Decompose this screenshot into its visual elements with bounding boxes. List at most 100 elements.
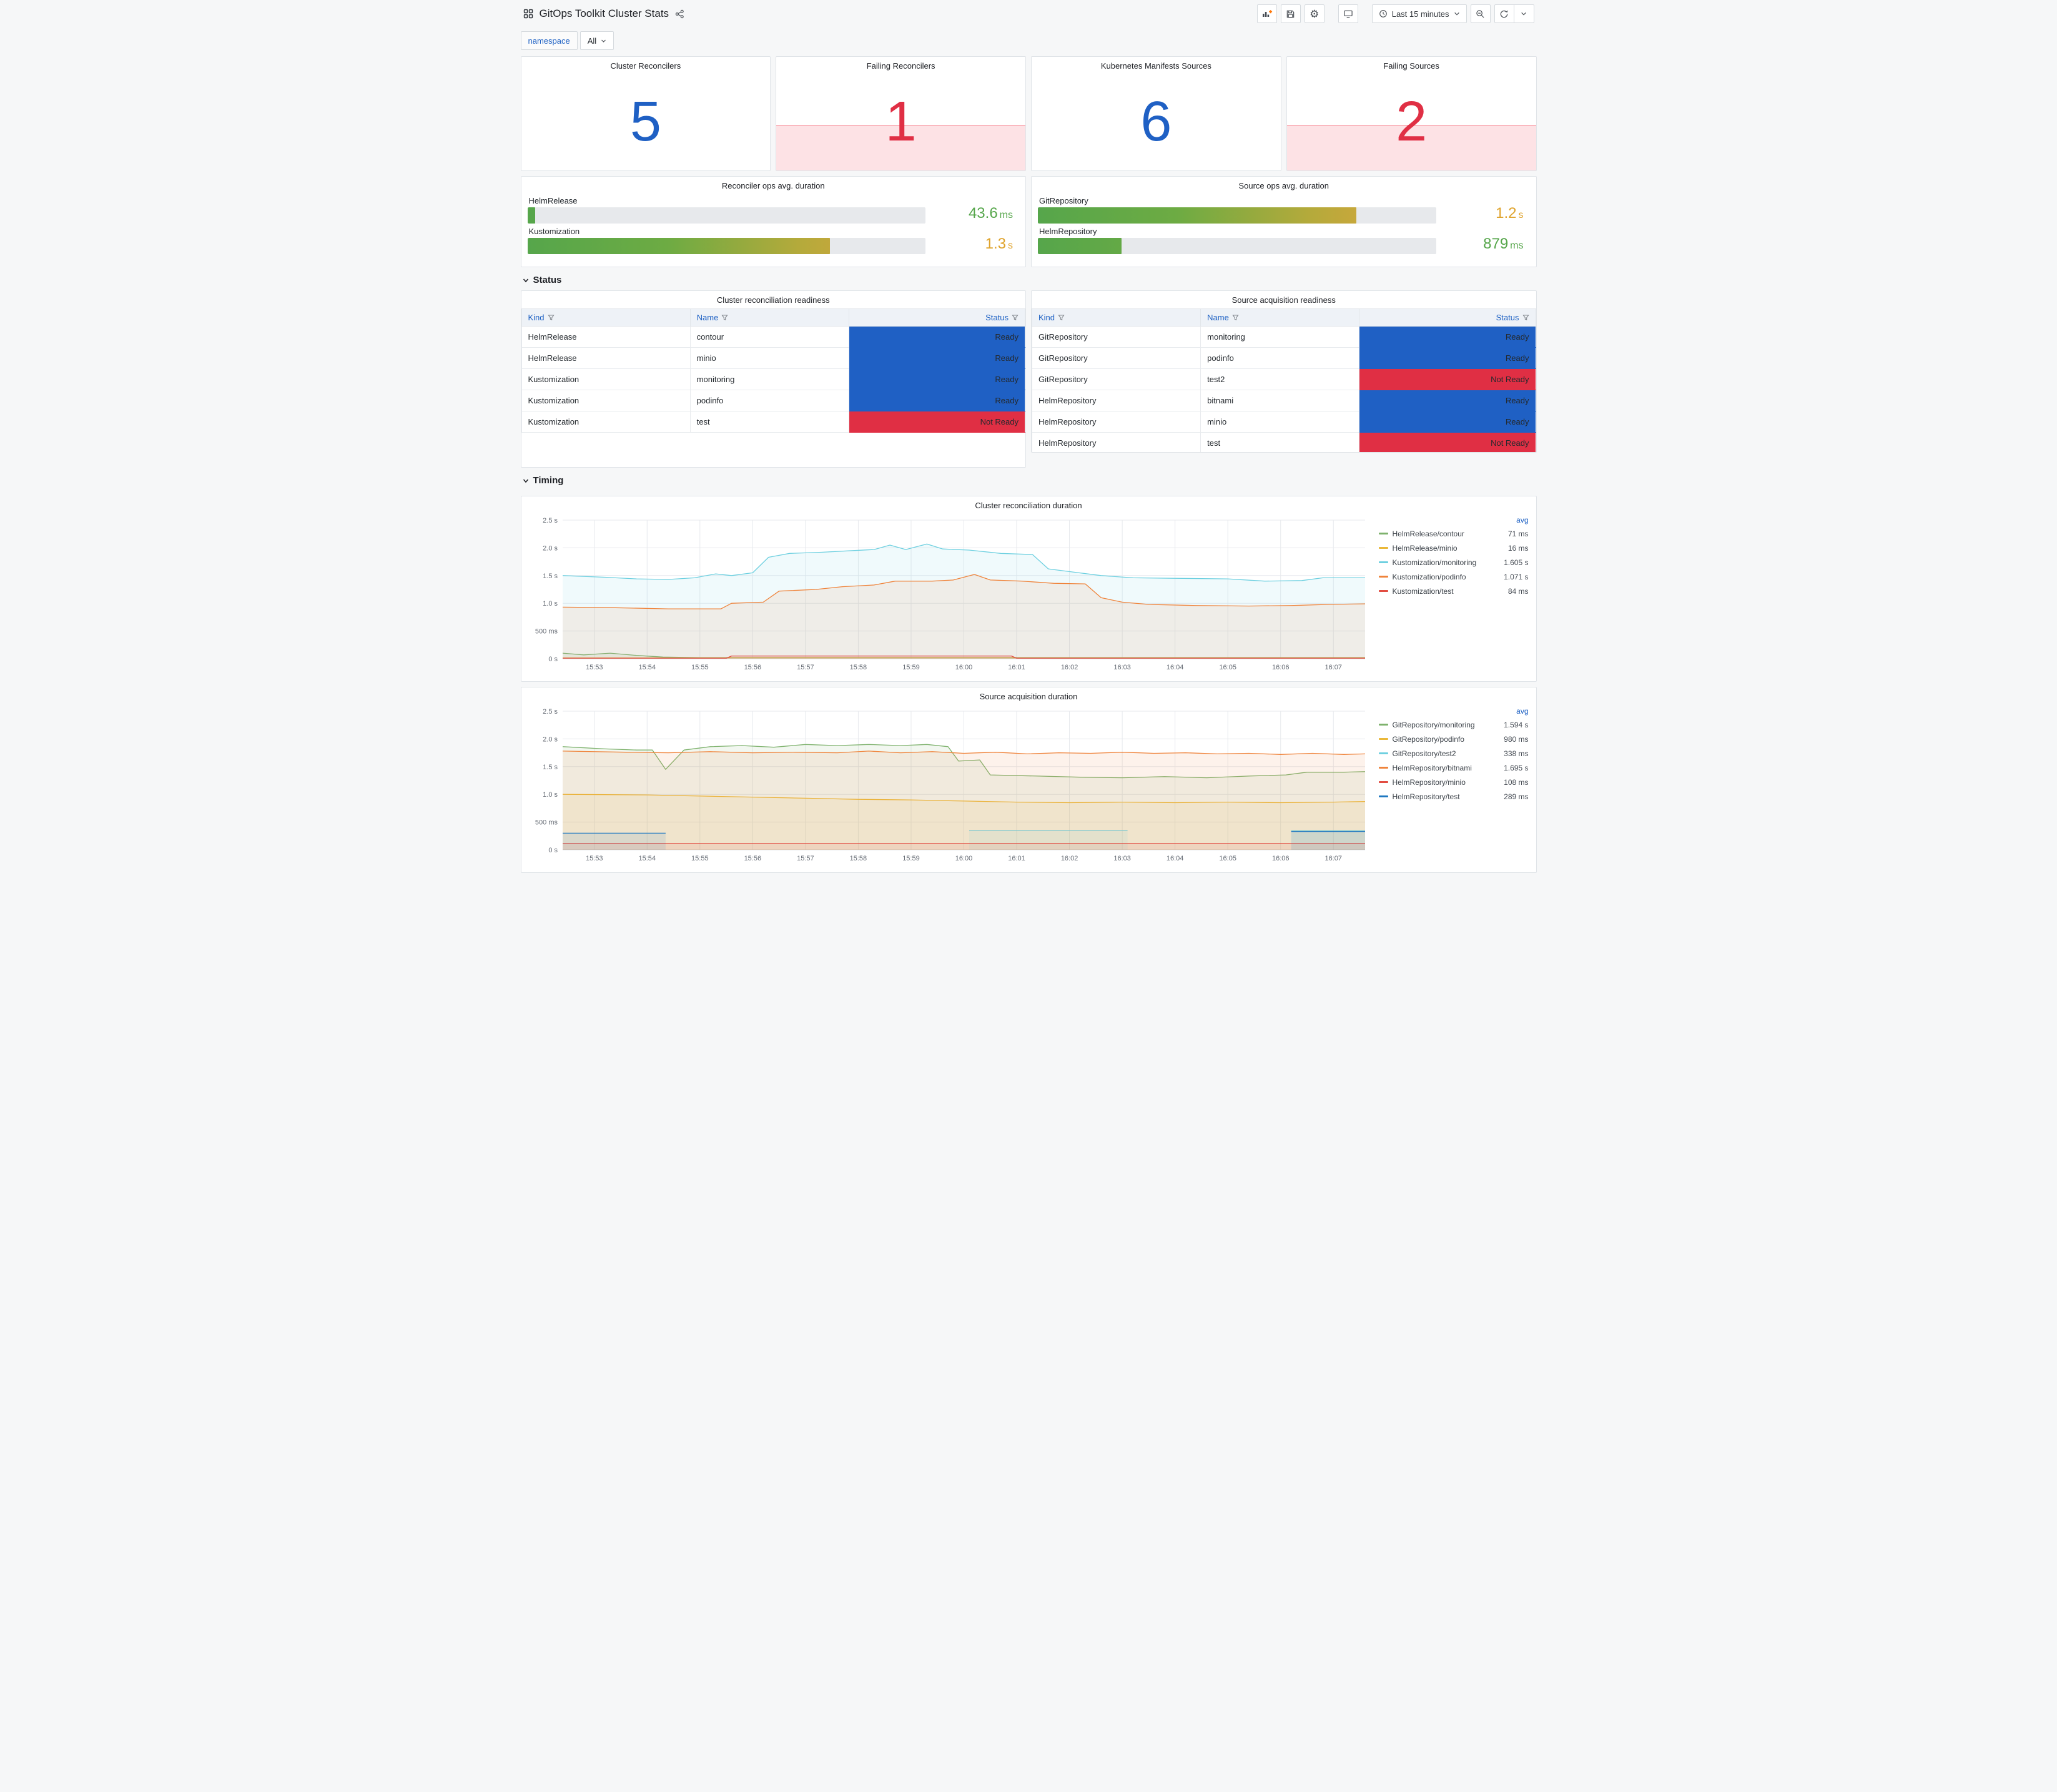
filter-icon[interactable] <box>1012 314 1019 321</box>
zoom-out-time-button[interactable] <box>1470 4 1491 23</box>
cell-kind: Kustomization <box>521 390 691 411</box>
legend-avg-value: 108 ms <box>1504 777 1529 787</box>
legend-item[interactable]: Kustomization/test 84 ms <box>1378 584 1529 598</box>
legend-swatch <box>1378 738 1388 740</box>
time-series-plot[interactable]: 15:53 15:54 15:55 15:56 15:57 15:58 15:59 16:00… <box>526 513 1374 674</box>
gauge-value: 1.3 s <box>985 235 1013 252</box>
legend-avg-header[interactable]: avg <box>1516 516 1528 524</box>
panel-title[interactable]: Cluster Reconcilers <box>521 57 771 73</box>
share-icon[interactable] <box>675 9 684 19</box>
status-badge: Ready <box>848 390 1026 411</box>
table-row: Kustomization monitoring Ready <box>521 368 1026 390</box>
legend-item[interactable]: GitRepository/monitoring 1.594 s <box>1378 717 1529 732</box>
stat-value: 5 <box>629 91 661 153</box>
filter-icon[interactable] <box>1058 314 1065 321</box>
chevron-down-icon <box>1521 12 1526 16</box>
refresh-interval-dropdown[interactable] <box>1514 4 1534 23</box>
legend-item[interactable]: HelmRepository/bitnami 1.695 s <box>1378 761 1529 775</box>
panel-cluster-reconciliation-readiness: Cluster reconciliation readiness Kind Nam… <box>520 290 1026 468</box>
legend-series-name[interactable]: Kustomization/test <box>1393 587 1454 596</box>
legend-item[interactable]: HelmRelease/contour 71 ms <box>1378 526 1529 541</box>
legend-item[interactable]: Kustomization/podinfo 1.071 s <box>1378 569 1529 584</box>
svg-text:16:05: 16:05 <box>1219 855 1236 862</box>
legend-avg-header[interactable]: avg <box>1516 707 1528 716</box>
section-label: Timing <box>533 475 564 486</box>
legend-series-name[interactable]: HelmRepository/bitnami <box>1393 764 1472 772</box>
legend-avg-value: 71 ms <box>1507 529 1529 538</box>
svg-text:2.0 s: 2.0 s <box>543 736 558 743</box>
table-header-row: Kind Name Status <box>1031 308 1536 327</box>
tables-row: Cluster reconciliation readiness Kind Nam… <box>520 290 1537 468</box>
svg-text:15:53: 15:53 <box>585 664 603 671</box>
column-header-status[interactable]: Status <box>1359 308 1536 327</box>
column-header-status[interactable]: Status <box>848 308 1026 327</box>
panel-title[interactable]: Source ops avg. duration <box>1038 177 1530 193</box>
status-badge: Ready <box>1359 390 1536 411</box>
table-row: HelmRepository test Not Ready <box>1031 432 1536 452</box>
legend-series-name[interactable]: GitRepository/podinfo <box>1393 735 1464 744</box>
variable-value-namespace[interactable]: All <box>580 31 614 50</box>
status-badge: Ready <box>1359 347 1536 369</box>
legend-item[interactable]: Kustomization/monitoring 1.605 s <box>1378 555 1529 569</box>
gauge-label: HelmRepository <box>1039 227 1097 236</box>
refresh-button[interactable] <box>1494 4 1514 23</box>
legend-swatch <box>1378 576 1388 578</box>
panel-title[interactable]: Source acquisition readiness <box>1032 291 1536 307</box>
legend-series-name[interactable]: GitRepository/test2 <box>1393 749 1456 758</box>
panel-title[interactable]: Cluster reconciliation readiness <box>521 291 1026 307</box>
gauge-fill <box>1038 207 1356 224</box>
panel-title[interactable]: Failing Reconcilers <box>776 57 1025 73</box>
panel-source-acquisition-duration: Source acquisition duration 15:53 15:54 15… <box>520 687 1537 873</box>
cell-kind: GitRepository <box>1031 347 1201 369</box>
column-header-name[interactable]: Name <box>689 308 849 327</box>
legend-item[interactable]: HelmRepository/test 289 ms <box>1378 789 1529 804</box>
save-dashboard-button[interactable] <box>1280 4 1301 23</box>
legend-series-name[interactable]: GitRepository/monitoring <box>1393 721 1475 729</box>
section-header-status[interactable]: Status <box>521 267 1537 290</box>
kiosk-mode-button[interactable] <box>1338 4 1358 23</box>
legend-series-name[interactable]: HelmRepository/minio <box>1393 778 1466 787</box>
cell-kind: HelmRepository <box>1031 411 1201 433</box>
filter-icon[interactable] <box>547 314 555 321</box>
time-series-chart[interactable]: 15:53 15:54 15:55 15:56 15:57 15:58 15:59 16:00… <box>526 513 1374 674</box>
legend-avg-value: 980 ms <box>1504 734 1529 744</box>
legend-item[interactable]: GitRepository/podinfo 980 ms <box>1378 732 1529 746</box>
chart-legend: avg HelmRelease/contour 71 ms HelmRelease/m… <box>1374 513 1531 677</box>
section-header-timing[interactable]: Timing <box>521 468 1537 491</box>
filter-icon[interactable] <box>1522 314 1529 321</box>
time-range-picker[interactable]: Last 15 minutes <box>1371 4 1467 23</box>
status-badge: Ready <box>848 326 1026 348</box>
table-row: GitRepository monitoring Ready <box>1031 326 1536 348</box>
svg-text:2.5 s: 2.5 s <box>543 517 558 524</box>
legend-swatch <box>1378 781 1388 783</box>
svg-text:16:01: 16:01 <box>1008 855 1025 862</box>
column-header-name[interactable]: Name <box>1200 308 1360 327</box>
time-series-chart[interactable]: 15:53 15:54 15:55 15:56 15:57 15:58 15:59 16:00… <box>526 704 1374 865</box>
panel-title[interactable]: Failing Sources <box>1287 57 1536 73</box>
panel-title[interactable]: Reconciler ops avg. duration <box>528 177 1020 193</box>
add-panel-button[interactable] <box>1256 4 1277 23</box>
legend-series-name[interactable]: HelmRelease/contour <box>1393 529 1464 538</box>
bar-gauge-row: Kustomization 1.3 s <box>527 225 1020 254</box>
column-header-kind[interactable]: Kind <box>521 308 691 327</box>
status-badge: Not Ready <box>848 411 1026 433</box>
column-header-kind[interactable]: Kind <box>1031 308 1201 327</box>
panel-title[interactable]: Cluster reconciliation duration <box>526 496 1531 513</box>
legend-series-name[interactable]: Kustomization/monitoring <box>1393 558 1477 567</box>
legend-item[interactable]: HelmRelease/minio 16 ms <box>1378 541 1529 555</box>
filter-icon[interactable] <box>721 314 728 321</box>
filter-icon[interactable] <box>1232 314 1239 321</box>
time-series-plot[interactable]: 15:53 15:54 15:55 15:56 15:57 15:58 15:59 16:00… <box>526 704 1374 865</box>
legend-item[interactable]: HelmRepository/minio 108 ms <box>1378 775 1529 789</box>
panel-title[interactable]: Source acquisition duration <box>526 687 1531 704</box>
dashboard-settings-button[interactable]: ⚙ <box>1304 4 1324 23</box>
svg-text:0 s: 0 s <box>548 847 558 854</box>
panel-title[interactable]: Kubernetes Manifests Sources <box>1032 57 1281 73</box>
chevron-down-icon <box>523 278 528 282</box>
legend-series-name[interactable]: HelmRepository/test <box>1393 792 1460 801</box>
legend-series-name[interactable]: HelmRelease/minio <box>1393 544 1458 553</box>
legend-series-name[interactable]: Kustomization/podinfo <box>1393 573 1466 581</box>
gauge-value: 43.6 ms <box>968 205 1013 222</box>
cell-name: minio <box>689 347 849 369</box>
legend-item[interactable]: GitRepository/test2 338 ms <box>1378 746 1529 761</box>
